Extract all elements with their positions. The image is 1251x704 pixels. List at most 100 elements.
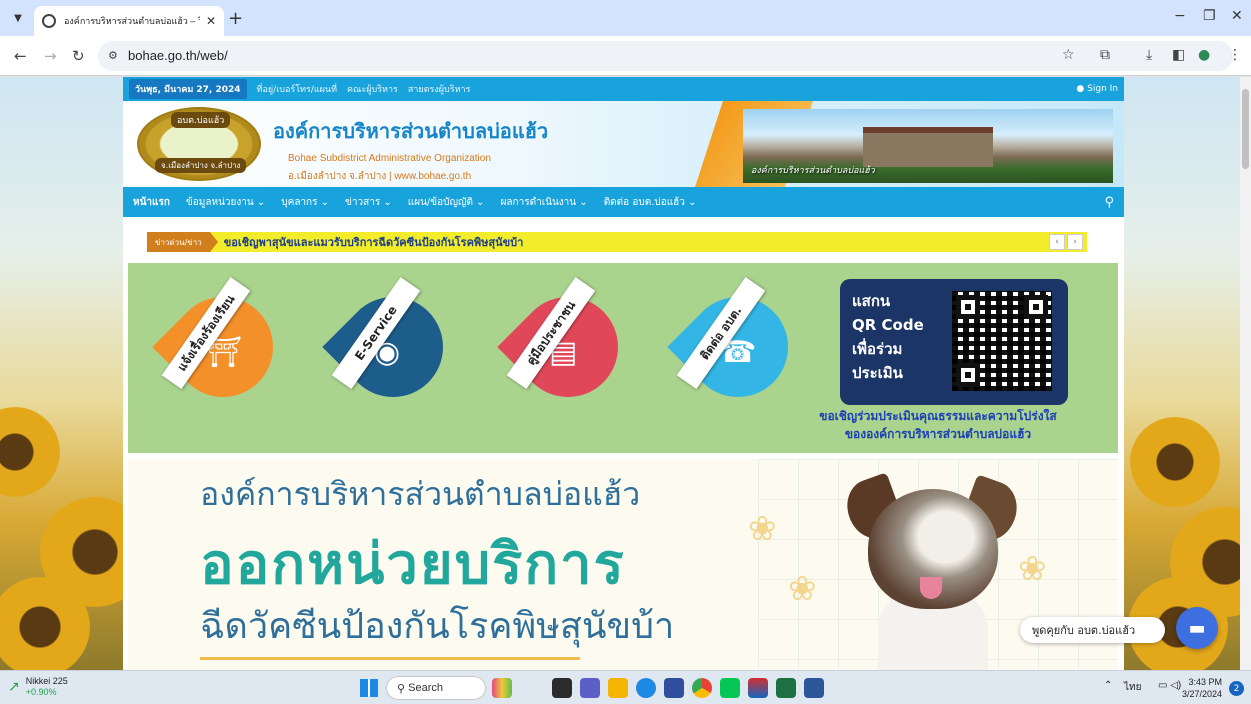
clock-time: 3:43 PM	[1188, 677, 1223, 687]
menu-dots-icon[interactable]: ⋮	[1228, 47, 1242, 63]
news-headline[interactable]: ขอเชิญพาสุนัขและแมวรับบริการฉีดวัคซีนป้อ…	[224, 233, 524, 251]
toplink-executives[interactable]: คณะผู้บริหาร	[347, 82, 398, 96]
restore-icon[interactable]: ❐	[1203, 8, 1216, 24]
scrollbar-thumb[interactable]	[1242, 89, 1249, 169]
qr-invite-text[interactable]: ขอเชิญร่วมประเมินคุณธรรมและความโปร่งใส ข…	[778, 407, 1098, 443]
address-bar: ← → ↻ ⚙ bohae.go.th/web/ ☆ ⧉ ⤓ ◧ ● ⋮	[0, 36, 1251, 76]
banner-org-name: องค์การบริหารส่วนตำบลบ่อแฮ้ว	[200, 475, 641, 513]
clock-date: 3/27/2024	[1182, 689, 1223, 699]
top-strip: วันพุธ, มีนาคม 27, 2024 ที่อยู่/เบอร์โทร…	[123, 77, 1124, 101]
site-title[interactable]: องค์การบริหารส่วนตำบลบ่อแฮ้ว	[273, 115, 548, 147]
service-manual[interactable]: ▤ คู่มือประชาชน	[483, 276, 639, 418]
tab-list-chevron-icon[interactable]: ▼	[8, 8, 28, 28]
close-icon[interactable]: ✕	[206, 14, 216, 28]
logo-top-text: อบต.บ่อแฮ้ว	[171, 112, 231, 128]
qr-invite-line: ขอเชิญร่วมประเมินคุณธรรมและความโปร่งใส	[819, 409, 1057, 423]
line-app-icon[interactable]	[720, 678, 740, 698]
service-contact[interactable]: ☎ ติดต่อ อบต.	[653, 276, 809, 418]
office-photo: องค์การบริหารส่วนตำบลบ่อแฮ้ว	[743, 109, 1113, 183]
browser-tab[interactable]: องค์การบริหารส่วนตำบลบ่อแฮ้ว – วิสัย ✕	[34, 6, 224, 36]
qr-finder	[956, 295, 980, 319]
nav-plans[interactable]: แผน/ข้อบัญญัติ ⌄	[408, 195, 485, 210]
bookmark-star-icon[interactable]: ☆	[1062, 47, 1075, 63]
qr-invite-line: ขององค์การบริหารส่วนตำบลบ่อแฮ้ว	[844, 427, 1032, 441]
browser-tab-bar: ▼ องค์การบริหารส่วนตำบลบ่อแฮ้ว – วิสัย ✕…	[0, 0, 1251, 36]
site-subtitle-en: Bohae Subdistrict Administrative Organiz…	[288, 153, 491, 164]
omnibox[interactable]: ⚙ bohae.go.th/web/ ☆	[98, 41, 1233, 71]
chrome-browser-icon[interactable]	[692, 678, 712, 698]
site-subtitle-th: อ.เมืองลำปาง จ.ลำปาง | www.bohae.go.th	[288, 171, 472, 182]
sidepanel-icon[interactable]: ◧	[1172, 47, 1185, 63]
dog-tongue	[920, 577, 942, 599]
nav-news[interactable]: ข่าวสาร ⌄	[345, 195, 392, 210]
network-speaker-icon[interactable]: ▭ ◁)	[1158, 680, 1181, 691]
stock-change: +0.90%	[25, 687, 57, 697]
website: วันพุธ, มีนาคม 27, 2024 ที่อยู่/เบอร์โทร…	[123, 77, 1124, 670]
sunflower-decoration	[1130, 417, 1220, 507]
building-shape	[863, 127, 993, 167]
nav-results[interactable]: ผลการดำเนินงาน ⌄	[501, 195, 588, 210]
service-complaint[interactable]: ⛩ แจ้งเรื่องร้องเรียน	[138, 276, 294, 418]
edge-browser-icon[interactable]	[636, 678, 656, 698]
site-info-icon[interactable]: ⚙	[108, 49, 118, 62]
excel-app-icon[interactable]	[776, 678, 796, 698]
news-prev-icon[interactable]: ‹	[1049, 234, 1065, 250]
start-windows-icon[interactable]	[360, 679, 378, 697]
notification-badge[interactable]: 2	[1229, 681, 1244, 696]
service-eservice[interactable]: ◉ E-Service	[308, 276, 464, 418]
input-language[interactable]: ไทย	[1124, 680, 1141, 695]
logo-bottom-text: จ.เมืองลำปาง จ.ลำปาง	[155, 158, 247, 173]
extensions-icon[interactable]: ⧉	[1100, 47, 1110, 63]
toplink-address[interactable]: ที่อยู่/เบอร์โทร/แผนที่	[257, 82, 337, 96]
reload-icon[interactable]: ↻	[72, 47, 85, 65]
teams-app-icon[interactable]	[580, 678, 600, 698]
profile-avatar-icon[interactable]: ●	[1198, 47, 1210, 63]
qr-code-icon	[952, 291, 1052, 391]
chat-label[interactable]: พูดคุยกับ อบต.บ่อแฮ้ว	[1020, 617, 1166, 643]
new-tab-plus-icon[interactable]: +	[228, 8, 243, 29]
banner-underline	[200, 657, 580, 660]
minimize-icon[interactable]: −	[1174, 8, 1186, 24]
paw-icon: ❀	[1018, 549, 1047, 589]
toplink-hotline[interactable]: สายตรงผู้บริหาร	[408, 82, 471, 96]
tray-chevron-up-icon[interactable]: ⌃	[1104, 680, 1112, 691]
qr-text: แสกน QR Code เพื่อร่วม ประเมิน	[852, 289, 942, 385]
news-next-icon[interactable]: ›	[1067, 234, 1083, 250]
url-text[interactable]: bohae.go.th/web/	[128, 48, 228, 63]
paw-icon: ❀	[788, 569, 817, 609]
services-banner: ⛩ แจ้งเรื่องร้องเรียน ◉ E-Service ▤ คู่ม…	[128, 263, 1118, 453]
word-app-icon[interactable]	[804, 678, 824, 698]
widgets-app-icon[interactable]	[492, 678, 512, 698]
stock-text: Nikkei 225 +0.90%	[26, 676, 68, 698]
nav-agency-info[interactable]: ข้อมูลหน่วยงาน ⌄	[186, 195, 265, 210]
winrar-app-icon[interactable]	[748, 678, 768, 698]
banner-subheadline: ฉีดวัคซีนป้องกันโรคพิษสุนัขบ้า	[200, 606, 675, 647]
back-arrow-icon[interactable]: ←	[14, 47, 27, 65]
stock-widget[interactable]: ↗ Nikkei 225 +0.90%	[8, 676, 68, 698]
signin-link[interactable]: ● Sign In	[1076, 84, 1118, 94]
news-ticker: ข่าวด่วน/ข่าว ขอเชิญพาสุนัขและแมวรับบริก…	[147, 232, 1087, 252]
store-app-icon[interactable]	[664, 678, 684, 698]
nav-contact[interactable]: ติดต่อ อบต.บ่อแฮ้ว ⌄	[604, 195, 697, 210]
nav-home[interactable]: หน้าแรก	[133, 195, 170, 210]
chat-bubble-icon[interactable]: ▬	[1176, 607, 1218, 649]
news-arrows: ‹ ›	[1049, 234, 1083, 250]
file-explorer-icon[interactable]	[608, 678, 628, 698]
qr-box[interactable]: แสกน QR Code เพื่อร่วม ประเมิน	[840, 279, 1068, 405]
search-icon[interactable]: ⚲	[1104, 195, 1114, 210]
signin-label: Sign In	[1087, 84, 1118, 94]
site-logo[interactable]: อบต.บ่อแฮ้ว จ.เมืองลำปาง จ.ลำปาง	[137, 107, 261, 181]
nav-personnel[interactable]: บุคลากร ⌄	[281, 195, 329, 210]
window-close-icon[interactable]: ✕	[1231, 8, 1243, 24]
download-icon[interactable]: ⤓	[1146, 47, 1152, 63]
page-viewport: วันพุธ, มีนาคม 27, 2024 ที่อยู่/เบอร์โทร…	[0, 77, 1240, 670]
forward-arrow-icon[interactable]: →	[44, 47, 57, 65]
main-nav: หน้าแรก ข้อมูลหน่วยงาน ⌄ บุคลากร ⌄ ข่าวส…	[123, 187, 1124, 217]
date-badge: วันพุธ, มีนาคม 27, 2024	[129, 79, 247, 99]
task-view-icon[interactable]	[552, 678, 572, 698]
qr-line: เพื่อร่วม	[852, 340, 903, 358]
vaccine-banner[interactable]: ❀ ❀ ❀ องค์การบริหารส่วนตำบลบ่อแฮ้ว ออกหน…	[128, 459, 1118, 670]
scrollbar[interactable]	[1240, 77, 1251, 670]
system-clock[interactable]: 3:43 PM 3/27/2024	[1182, 676, 1222, 700]
taskbar-search[interactable]: ⚲ Search	[386, 676, 486, 700]
